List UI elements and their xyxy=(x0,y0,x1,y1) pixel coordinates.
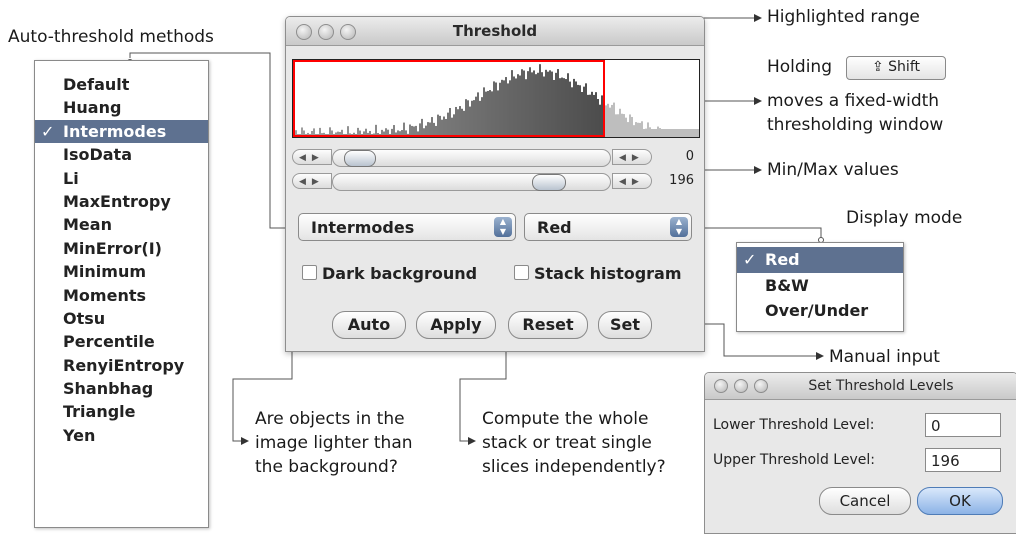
method-menu-item-label: RenyiEntropy xyxy=(63,355,185,375)
manual-input-note: Manual input xyxy=(829,347,940,367)
method-menu-item-label: MaxEntropy xyxy=(63,191,171,211)
apply-button[interactable]: Apply xyxy=(416,311,496,339)
method-menu-item[interactable]: Shanbhag xyxy=(35,377,208,400)
dark-background-box[interactable] xyxy=(302,265,317,280)
method-popup[interactable]: Intermodes ▲ ▼ xyxy=(298,213,516,241)
dialog-title: Set Threshold Levels xyxy=(808,378,954,394)
method-menu-item[interactable]: Mean xyxy=(35,213,208,236)
method-menu-item-label: Percentile xyxy=(63,332,155,352)
method-menu-item[interactable]: Moments xyxy=(35,284,208,307)
display-mode-menu: ✓ Red B&W Over/Under xyxy=(736,242,904,332)
upper-threshold-label: Upper Threshold Level: xyxy=(713,452,875,468)
display-menu-item-label: Red xyxy=(765,250,800,269)
threshold-titlebar: Threshold xyxy=(286,17,704,46)
dark-background-label: Dark background xyxy=(322,264,478,283)
method-menu-item-label: Yen xyxy=(63,425,96,445)
checkmark-icon: ✓ xyxy=(743,250,757,269)
histogram xyxy=(292,59,700,138)
max-slider-arrows[interactable]: ◀▶ xyxy=(612,173,652,189)
min-max-note: Min/Max values xyxy=(767,160,899,180)
auto-button[interactable]: Auto xyxy=(332,311,406,339)
method-menu-item[interactable]: Triangle xyxy=(35,400,208,423)
dark-question-line2: image lighter than xyxy=(255,433,413,453)
stack-histogram-box[interactable] xyxy=(514,265,529,280)
holding-note: Holding xyxy=(767,57,832,77)
method-menu-item-label: Moments xyxy=(63,285,146,305)
lower-threshold-label: Lower Threshold Level: xyxy=(713,417,875,433)
display-menu-item-label: Over/Under xyxy=(765,301,869,321)
cancel-button[interactable]: Cancel xyxy=(819,487,911,515)
max-slider-row: ◀▶ ◀▶ 196 xyxy=(292,171,700,191)
max-slider-track[interactable] xyxy=(332,173,611,191)
method-menu-item-label: Minimum xyxy=(63,262,147,282)
method-menu-item[interactable]: Huang xyxy=(35,96,208,119)
shift-key-icon: ⇪ Shift xyxy=(846,56,946,80)
auto-threshold-methods-menu: Default Huang ✓ Intermodes IsoData Li MaxEntro… xyxy=(34,60,209,528)
stack-question-line1: Compute the whole xyxy=(482,409,649,429)
min-slider-decrement[interactable]: ◀▶ xyxy=(292,149,332,165)
set-threshold-dialog: Set Threshold Levels Lower Threshold Lev… xyxy=(704,372,1016,534)
display-menu-item-label: B&W xyxy=(765,275,809,295)
reset-button[interactable]: Reset xyxy=(508,311,588,339)
method-menu-item-label: Li xyxy=(63,168,79,188)
display-mode-popup[interactable]: Red ▲ ▼ xyxy=(524,213,692,241)
display-menu-item[interactable]: B&W xyxy=(737,273,903,299)
set-button[interactable]: Set xyxy=(598,311,652,339)
method-menu-item-label: Shanbhag xyxy=(63,379,154,399)
display-mode-note: Display mode xyxy=(846,208,963,228)
method-menu-item[interactable]: Li xyxy=(35,167,208,190)
method-menu-item-label: Otsu xyxy=(63,308,106,328)
window-title: Threshold xyxy=(452,22,538,40)
dark-background-checkbox[interactable]: Dark background xyxy=(302,264,477,284)
min-slider-thumb[interactable] xyxy=(344,150,376,167)
method-menu-item-label: Intermodes xyxy=(63,121,167,141)
checkmark-icon: ✓ xyxy=(41,121,55,141)
max-value: 196 xyxy=(669,173,694,188)
display-menu-item[interactable]: Over/Under xyxy=(737,298,903,324)
ok-button[interactable]: OK xyxy=(917,487,1003,515)
method-menu-item[interactable]: ✓ Intermodes xyxy=(35,119,208,144)
method-menu-item-label: Default xyxy=(63,75,130,94)
method-menu-item-label: Mean xyxy=(63,215,112,235)
stack-histogram-label: Stack histogram xyxy=(534,264,682,283)
max-slider-thumb[interactable] xyxy=(532,174,566,191)
min-slider-arrows[interactable]: ◀▶ xyxy=(612,149,652,165)
dialog-titlebar: Set Threshold Levels xyxy=(705,373,1016,400)
upper-threshold-field[interactable]: 196 xyxy=(925,448,1001,472)
display-menu-item[interactable]: ✓ Red xyxy=(737,247,903,273)
method-popup-value: Intermodes xyxy=(311,218,415,237)
method-menu-item[interactable]: Otsu xyxy=(35,307,208,330)
display-popup-arrows-icon: ▲ ▼ xyxy=(670,217,688,237)
stack-question-line2: stack or treat single xyxy=(482,433,652,453)
method-menu-item-label: Triangle xyxy=(63,402,136,422)
stack-question-line3: slices independently? xyxy=(482,457,666,477)
min-value: 0 xyxy=(685,149,694,164)
display-mode-popup-value: Red xyxy=(537,218,572,237)
method-menu-item[interactable]: MaxEntropy xyxy=(35,190,208,213)
dark-question-line1: Are objects in the xyxy=(255,409,405,429)
threshold-window: Threshold ◀▶ ◀▶ 0 ◀▶ ◀▶ 196 Intermodes ▲… xyxy=(285,16,705,352)
histogram-plot xyxy=(293,60,699,137)
max-slider-decrement[interactable]: ◀▶ xyxy=(292,173,332,189)
method-menu-item[interactable]: Percentile xyxy=(35,330,208,353)
method-menu-item-label: MinError(I) xyxy=(63,238,162,258)
method-popup-arrows-icon: ▲ ▼ xyxy=(494,217,512,237)
lower-threshold-field[interactable]: 0 xyxy=(925,413,1001,437)
method-menu-item[interactable]: Yen xyxy=(35,424,208,447)
method-menu-item[interactable]: Default xyxy=(35,73,208,96)
method-menu-item[interactable]: MinError(I) xyxy=(35,237,208,260)
auto-threshold-methods-note: Auto-threshold methods xyxy=(8,27,214,47)
moves-window-note-line1: moves a fixed-width xyxy=(767,91,940,111)
method-menu-item[interactable]: IsoData xyxy=(35,143,208,166)
min-slider-row: ◀▶ ◀▶ 0 xyxy=(292,147,700,167)
stack-histogram-checkbox[interactable]: Stack histogram xyxy=(514,264,682,284)
method-menu-item[interactable]: RenyiEntropy xyxy=(35,354,208,377)
method-menu-item-label: IsoData xyxy=(63,145,132,165)
highlighted-range-note: Highlighted range xyxy=(767,7,920,27)
moves-window-note-line2: thresholding window xyxy=(767,115,944,135)
method-menu-item-label: Huang xyxy=(63,98,122,118)
dark-question-line3: the background? xyxy=(255,457,398,477)
method-menu-item[interactable]: Minimum xyxy=(35,260,208,283)
